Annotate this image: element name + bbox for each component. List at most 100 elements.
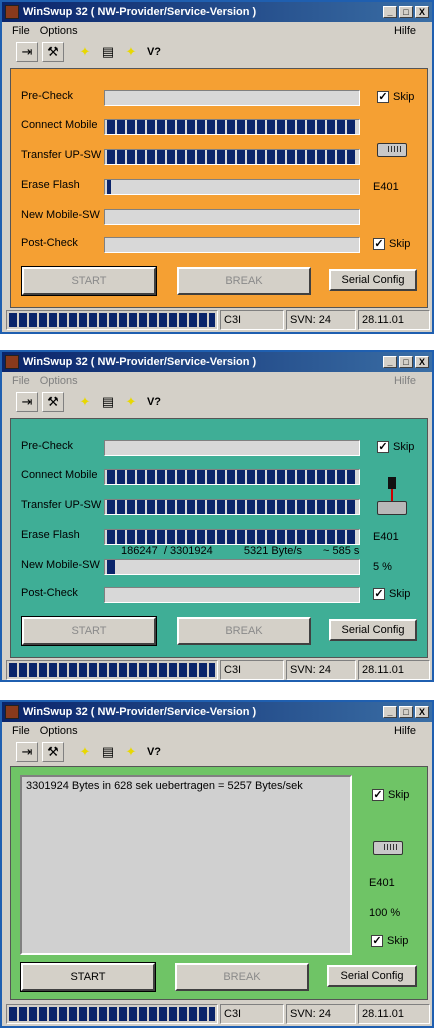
skip-checkbox-pre[interactable]: ✓ Skip: [377, 441, 414, 453]
lightbulb-icon-2[interactable]: ✦: [120, 742, 142, 762]
app-icon: [5, 355, 19, 369]
progress-erase-flash: [104, 179, 360, 195]
skip-checkbox-pre[interactable]: ✓ Skip: [372, 789, 409, 801]
start-button[interactable]: START: [21, 616, 157, 646]
percent-label: 5 %: [373, 561, 392, 573]
lightbulb-icon[interactable]: ✦: [74, 742, 96, 762]
progress-erase-flash: [104, 529, 360, 545]
status-date: 28.11.01: [358, 660, 430, 680]
start-button[interactable]: START: [21, 266, 157, 296]
skip-checkbox-post[interactable]: ✓ Skip: [371, 935, 408, 947]
progress-new-sw: [104, 209, 360, 225]
app-icon: [5, 705, 19, 719]
lightbulb-icon[interactable]: ✦: [74, 42, 96, 62]
close-button[interactable]: X: [415, 6, 429, 18]
break-button[interactable]: BREAK: [177, 617, 311, 645]
serial-config-button[interactable]: Serial Config: [329, 619, 417, 641]
menu-bar: File Options Hilfe: [2, 372, 432, 390]
book-icon[interactable]: ▤: [97, 42, 119, 62]
status-bar: C3I SVN: 24 28.11.01: [6, 310, 430, 330]
error-code: E401: [373, 181, 399, 193]
window-title: WinSwup 32 ( NW-Provider/Service-Version…: [23, 356, 257, 368]
menu-file[interactable]: File: [12, 375, 30, 387]
book-icon[interactable]: ▤: [97, 742, 119, 762]
title-bar[interactable]: WinSwup 32 ( NW-Provider/Service-Version…: [2, 2, 432, 22]
app-icon: [5, 5, 19, 19]
maximize-button[interactable]: □: [399, 356, 413, 368]
status-model: C3I: [220, 310, 284, 330]
serial-config-button[interactable]: Serial Config: [329, 269, 417, 291]
minimize-button[interactable]: _: [383, 706, 397, 718]
serial-config-button[interactable]: Serial Config: [327, 965, 417, 987]
minimize-button[interactable]: _: [383, 356, 397, 368]
log-area[interactable]: 3301924 Bytes in 628 sek uebertragen = 5…: [20, 775, 352, 955]
label-post-check: Post-Check: [21, 237, 78, 249]
menu-file[interactable]: File: [12, 25, 30, 37]
error-code: E401: [373, 531, 399, 543]
phone-icon: [373, 841, 403, 855]
label-erase-flash: Erase Flash: [21, 179, 80, 191]
lightbulb-icon[interactable]: ✦: [74, 392, 96, 412]
progress-post-check: [104, 587, 360, 603]
menu-help[interactable]: Hilfe: [394, 25, 416, 37]
minimize-button[interactable]: _: [383, 6, 397, 18]
window-title: WinSwup 32 ( NW-Provider/Service-Version…: [23, 706, 257, 718]
menu-file[interactable]: File: [12, 725, 30, 737]
hammer-icon[interactable]: ⚒: [42, 392, 64, 412]
menu-options[interactable]: Options: [40, 725, 78, 737]
window-title: WinSwup 32 ( NW-Provider/Service-Version…: [23, 6, 257, 18]
label-erase-flash: Erase Flash: [21, 529, 80, 541]
label-transfer: Transfer UP-SW: [21, 149, 102, 161]
version-icon[interactable]: V?: [143, 392, 165, 412]
version-icon[interactable]: V?: [143, 42, 165, 62]
break-button[interactable]: BREAK: [177, 267, 311, 295]
status-svn: SVN: 24: [286, 310, 356, 330]
hammer-icon[interactable]: ⚒: [42, 42, 64, 62]
close-button[interactable]: X: [415, 356, 429, 368]
version-icon[interactable]: V?: [143, 742, 165, 762]
maximize-button[interactable]: □: [399, 6, 413, 18]
status-bar: C3I SVN: 24 28.11.01: [6, 660, 430, 680]
menu-bar: File Options Hilfe: [2, 22, 432, 40]
transfer-speed: 5321 Byte/s: [243, 545, 302, 557]
menu-help[interactable]: Hilfe: [394, 375, 416, 387]
status-date: 28.11.01: [358, 1004, 430, 1024]
toolbar: ⇥ ⚒ ✦ ▤ ✦ V?: [2, 390, 432, 414]
book-icon[interactable]: ▤: [97, 392, 119, 412]
start-button[interactable]: START: [20, 962, 156, 992]
toolbar: ⇥ ⚒ ✦ ▤ ✦ V?: [2, 740, 432, 764]
close-button[interactable]: X: [415, 706, 429, 718]
skip-checkbox-post[interactable]: ✓ Skip: [373, 588, 410, 600]
skip-checkbox-pre[interactable]: ✓ Skip: [377, 91, 414, 103]
maximize-button[interactable]: □: [399, 706, 413, 718]
remaining-time: ~ 585 s: [323, 545, 360, 557]
error-code: E401: [369, 877, 395, 889]
percent-label: 100 %: [369, 907, 401, 919]
label-new-sw: New Mobile-SW: [21, 559, 100, 571]
skip-checkbox-post[interactable]: ✓ Skip: [373, 238, 410, 250]
lightbulb-icon-2[interactable]: ✦: [120, 42, 142, 62]
menu-options[interactable]: Options: [40, 375, 78, 387]
exit-icon[interactable]: ⇥: [16, 742, 38, 762]
label-new-sw: New Mobile-SW: [21, 209, 100, 221]
exit-icon[interactable]: ⇥: [16, 392, 38, 412]
window-2: WinSwup 32 ( NW-Provider/Service-Version…: [0, 350, 434, 682]
status-progress: [6, 1004, 218, 1024]
progress-pre-check: [104, 90, 360, 106]
label-pre-check: Pre-Check: [21, 90, 73, 102]
progress-pre-check: [104, 440, 360, 456]
exit-icon[interactable]: ⇥: [16, 42, 38, 62]
menu-options[interactable]: Options: [40, 25, 78, 37]
label-pre-check: Pre-Check: [21, 440, 73, 452]
status-model: C3I: [220, 660, 284, 680]
menu-help[interactable]: Hilfe: [394, 725, 416, 737]
break-button[interactable]: BREAK: [175, 963, 309, 991]
title-bar[interactable]: WinSwup 32 ( NW-Provider/Service-Version…: [2, 702, 432, 722]
title-bar[interactable]: WinSwup 32 ( NW-Provider/Service-Version…: [2, 352, 432, 372]
main-panel: Pre-Check ✓ Skip Connect Mobile Transfer …: [10, 418, 428, 658]
label-post-check: Post-Check: [21, 587, 78, 599]
lightbulb-icon-2[interactable]: ✦: [120, 392, 142, 412]
hammer-icon[interactable]: ⚒: [42, 742, 64, 762]
phone-flash-icon: [377, 477, 407, 517]
transfer-stats: 186247 / 3301924 5321 Byte/s ~ 585 s: [121, 545, 359, 557]
